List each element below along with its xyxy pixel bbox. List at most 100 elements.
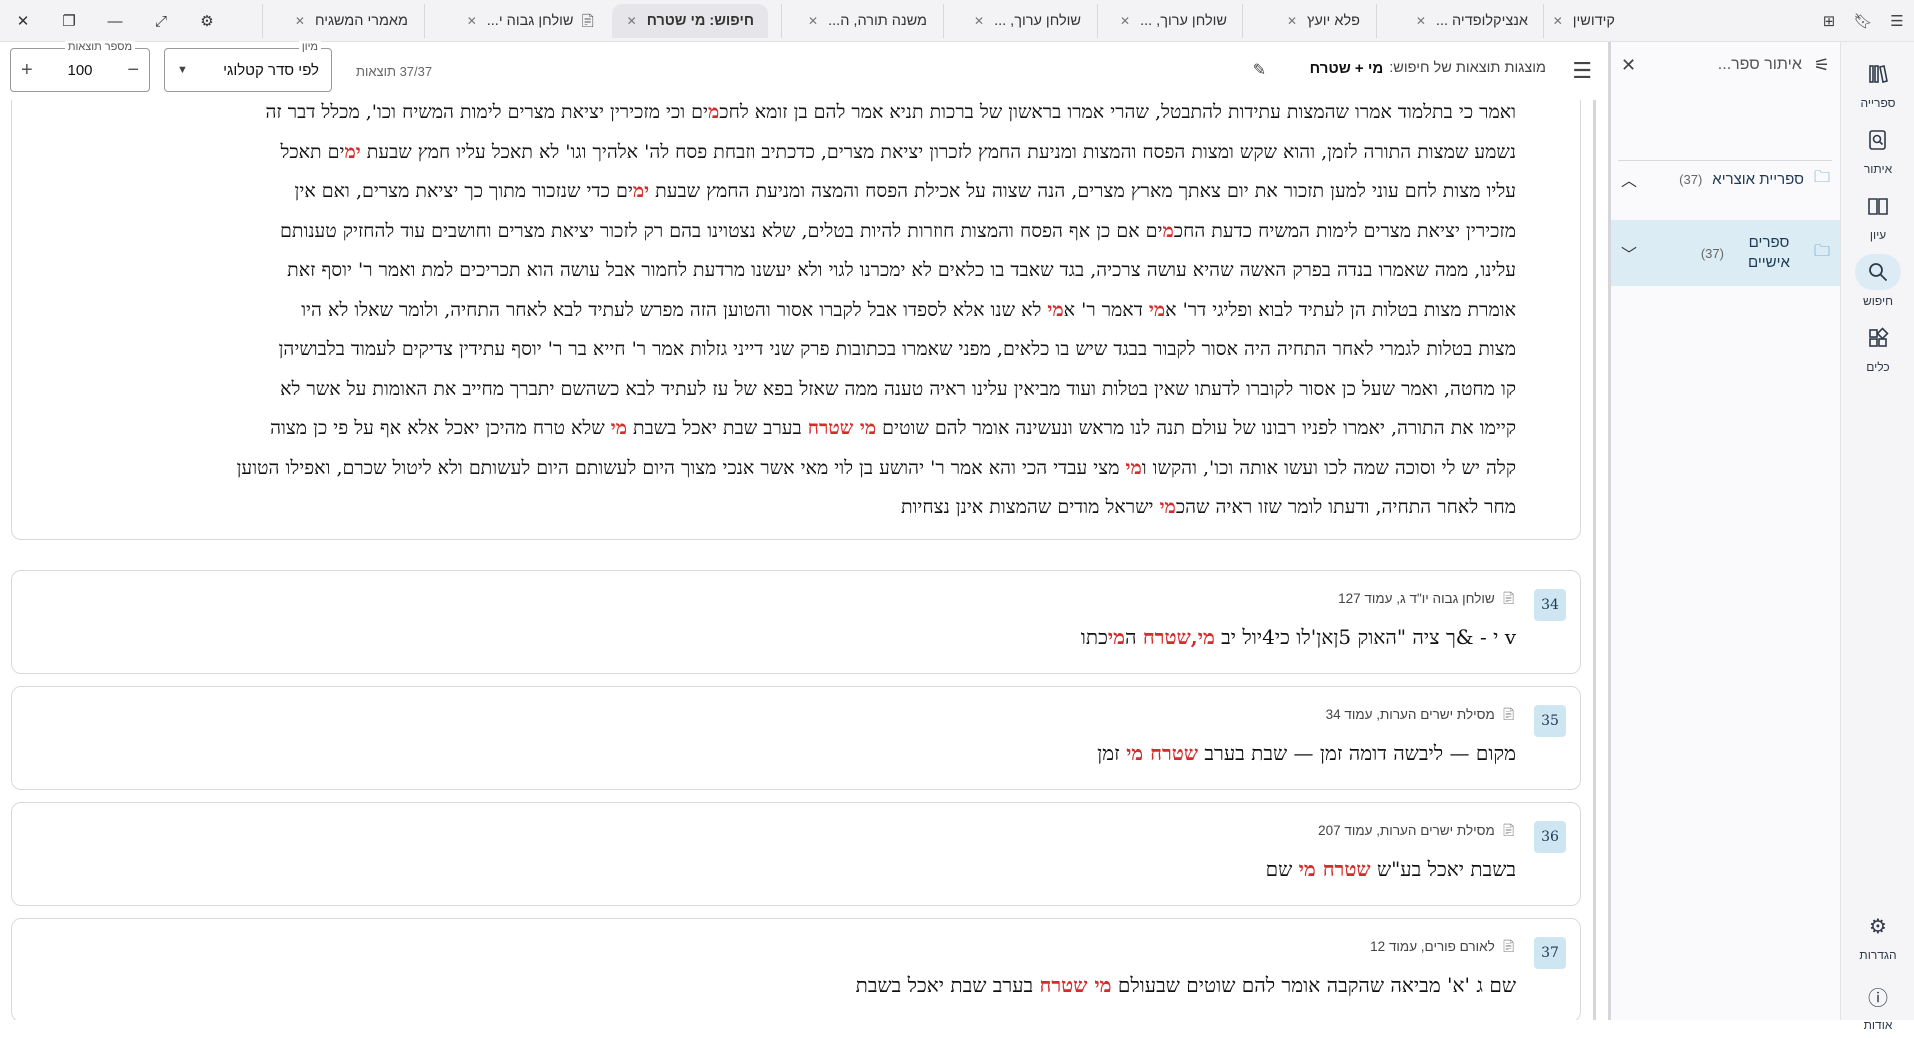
text-run: זמן: [1097, 741, 1127, 765]
rail-search[interactable]: חיפוש: [1847, 248, 1909, 314]
tabs-menu-icon[interactable]: ☰: [1880, 0, 1914, 42]
result-source[interactable]: 📄︎ מסילת ישרים הערות, עמוד 207: [1318, 823, 1516, 838]
results-number-value[interactable]: 100: [67, 62, 92, 79]
tab-label: שולחן ערוך, ...: [994, 13, 1081, 29]
rail-about-label: אודות: [1863, 1018, 1893, 1032]
rail-study[interactable]: עיון: [1847, 182, 1909, 248]
result-number-badge: 34: [1534, 589, 1566, 621]
tree-item-personal-books[interactable]: 🗀 ספרים אישיים (37) ﹀: [1611, 220, 1840, 286]
tab-label: פלא יועץ: [1307, 13, 1360, 29]
rail-search-label: חיפוש: [1863, 294, 1893, 308]
tree-item-otzaria[interactable]: 🗀 ספריית אוצריא (37) ︿: [1611, 154, 1840, 204]
close-icon[interactable]: ✕: [0, 0, 46, 42]
scrollbar[interactable]: [1593, 100, 1596, 1020]
tab-close-icon[interactable]: ✕: [1120, 14, 1130, 28]
folder-icon: 🗀: [1813, 168, 1830, 186]
restore-icon[interactable]: ❐: [46, 0, 92, 42]
tab-close-icon[interactable]: ✕: [627, 14, 637, 28]
tab-close-icon[interactable]: ✕: [467, 14, 477, 28]
book-filter-input[interactable]: איתור ספר...: [1636, 56, 1802, 74]
text-line: מצות בטלות לגמרי לאחר התחיה היה אסור לקב…: [26, 330, 1516, 370]
tree-item-count: (37): [1700, 245, 1724, 261]
tab-label: מאמרי המשגיח: [314, 13, 408, 29]
minus-icon[interactable]: −: [127, 59, 139, 82]
result-card[interactable]: 35 📄︎ מסילת ישרים הערות, עמוד 34 מקום — ליב…: [11, 686, 1581, 790]
sort-value: לפי סדר קטלוגי: [223, 61, 319, 79]
tab-0[interactable]: קידושין ✕: [1543, 4, 1629, 38]
menu-icon[interactable]: ☰: [1572, 58, 1592, 84]
result-card-expanded[interactable]: ואמר כי בתלמוד אמרו שהמצות עתידות להתבטל…: [11, 100, 1581, 540]
rail-tools[interactable]: כלים: [1847, 314, 1909, 380]
search-highlight: מי: [1125, 456, 1142, 479]
sort-legend: מיון: [298, 41, 321, 53]
rail-settings-label: הגדרות: [1859, 948, 1897, 962]
minimize-icon[interactable]: —: [92, 0, 138, 42]
book-icon: [1855, 188, 1901, 224]
chevron-down-icon[interactable]: ﹀: [1621, 241, 1637, 265]
sort-select[interactable]: מיון לפי סדר קטלוגי ▼: [164, 41, 332, 92]
text-run: מזכירין יציאת מצרים לימות המשיח כדעת החכ: [1173, 219, 1516, 242]
find-icon: [1855, 122, 1901, 158]
rail-tools-label: כלים: [1866, 360, 1890, 374]
filter-panel: ⚟ איתור ספר... ✕ 🗀 ספריית אוצריא (37) ︿ …: [1608, 42, 1840, 1020]
rail-library[interactable]: ספרייה: [1847, 50, 1909, 116]
results-list: ואמר כי בתלמוד אמרו שהמצות עתידות להתבטל…: [0, 100, 1606, 1020]
tab-1[interactable]: אנציקלופדיה ... ✕: [1376, 4, 1542, 38]
document-icon: 📄︎: [1500, 939, 1516, 953]
filter-icon[interactable]: ⚟: [1814, 55, 1830, 76]
search-highlight: שטרח מי: [1126, 741, 1199, 765]
tab-2[interactable]: פלא יועץ ✕: [1242, 4, 1374, 38]
text-run: מצי עבדי הכי והא אמר ר' יהושע בן לוי מאי…: [236, 456, 1126, 479]
tree-item-label: ספרים אישיים: [1748, 234, 1790, 271]
rail-find-label: איתור: [1863, 162, 1893, 176]
text-line: קו מחטה, ואמר שעל כן אסור לקוברו לדעתו ש…: [26, 370, 1516, 410]
tab-4[interactable]: שולחן ערוך, ... ✕: [943, 4, 1095, 38]
bookmark-icon[interactable]: 🔖︎: [1846, 0, 1880, 42]
tab-label: שולחן גבוה י...: [486, 13, 574, 29]
search-highlight: מי: [610, 417, 628, 439]
settings-icon: ⚙: [1869, 915, 1887, 938]
text-run: שם: [1265, 857, 1299, 881]
tab-close-icon[interactable]: ✕: [974, 14, 984, 28]
tab-8[interactable]: מאמרי המשגיח ✕: [262, 4, 422, 38]
result-source[interactable]: 📄︎ מסילת ישרים הערות, עמוד 34: [1326, 707, 1516, 722]
rail-about[interactable]: ⓘ אודות: [1847, 972, 1909, 1038]
result-source-label: מסילת ישרים הערות, עמוד 207: [1318, 823, 1495, 838]
fullscreen-icon[interactable]: ⤢: [138, 0, 184, 42]
result-card[interactable]: 36 📄︎ מסילת ישרים הערות, עמוד 207 בשבת יאכל…: [11, 802, 1581, 906]
tab-6[interactable]: חיפוש: מי שטרח ✕: [612, 4, 768, 38]
search-highlight: מי: [1148, 298, 1166, 321]
result-snippet: שם ג 'א' מביאה שהקבה אומר להם שוטים שבעו…: [856, 973, 1516, 998]
results-number-stepper[interactable]: מספר תוצאות − 100 +: [10, 41, 150, 92]
document-icon: 📄︎: [1500, 823, 1516, 837]
new-tab-icon[interactable]: ⊞: [1812, 0, 1846, 42]
settings-icon[interactable]: ⚙: [184, 0, 230, 42]
text-run: בערב שבת יאכל בשבת: [855, 973, 1040, 997]
rail-settings[interactable]: ⚙ הגדרות: [1847, 902, 1909, 968]
text-run: קלה יש לי וסוכה שמה לכו ועשו אותה וכו', …: [1141, 456, 1516, 479]
result-card[interactable]: 34 📄︎ שולחן גבוה יו"ד ג, עמוד 127 v י - &ך …: [11, 570, 1581, 674]
tab-close-icon[interactable]: ✕: [1287, 14, 1297, 28]
tab-3[interactable]: שולחן ערוך, ... ✕: [1097, 4, 1241, 38]
text-run: שם ג 'א' מביאה שהקבה אומר להם שוטים שבעו…: [1111, 973, 1516, 997]
result-source[interactable]: 📄︎ שולחן גבוה יו"ד ג, עמוד 127: [1338, 591, 1516, 606]
tab-5[interactable]: משנה תורה, ה... ✕: [781, 4, 941, 38]
info-icon: ⓘ: [1868, 987, 1888, 1010]
rail-find[interactable]: איתור: [1847, 116, 1909, 182]
navigation-rail: ספרייה איתור עיון חיפוש כלים ⚙ הגדרות ⓘ …: [1840, 42, 1914, 1032]
tab-close-icon[interactable]: ✕: [808, 14, 818, 28]
result-source[interactable]: 📄︎ לאורם פורים, עמוד 12: [1370, 939, 1516, 954]
tab-7[interactable]: 📄︎ שולחן גבוה י... ✕: [424, 4, 610, 38]
tab-close-icon[interactable]: ✕: [1416, 14, 1426, 28]
chevron-up-icon[interactable]: ︿: [1621, 167, 1637, 191]
result-card[interactable]: 37 📄︎ לאורם פורים, עמוד 12 שם ג 'א' מביאה ש…: [11, 918, 1581, 1020]
edit-icon[interactable]: ✎: [1253, 60, 1266, 80]
close-icon[interactable]: ✕: [1621, 55, 1636, 76]
plus-icon[interactable]: +: [21, 59, 33, 82]
tab-close-icon[interactable]: ✕: [295, 14, 305, 28]
tab-close-icon[interactable]: ✕: [1553, 14, 1563, 28]
search-highlight: שטרח מי: [1298, 857, 1371, 881]
search-query: מי + שטרח: [1309, 60, 1384, 77]
text-run: מצות בטלות לגמרי לאחר התחיה היה אסור לקב…: [278, 338, 1516, 360]
result-number-badge: 37: [1534, 937, 1566, 969]
